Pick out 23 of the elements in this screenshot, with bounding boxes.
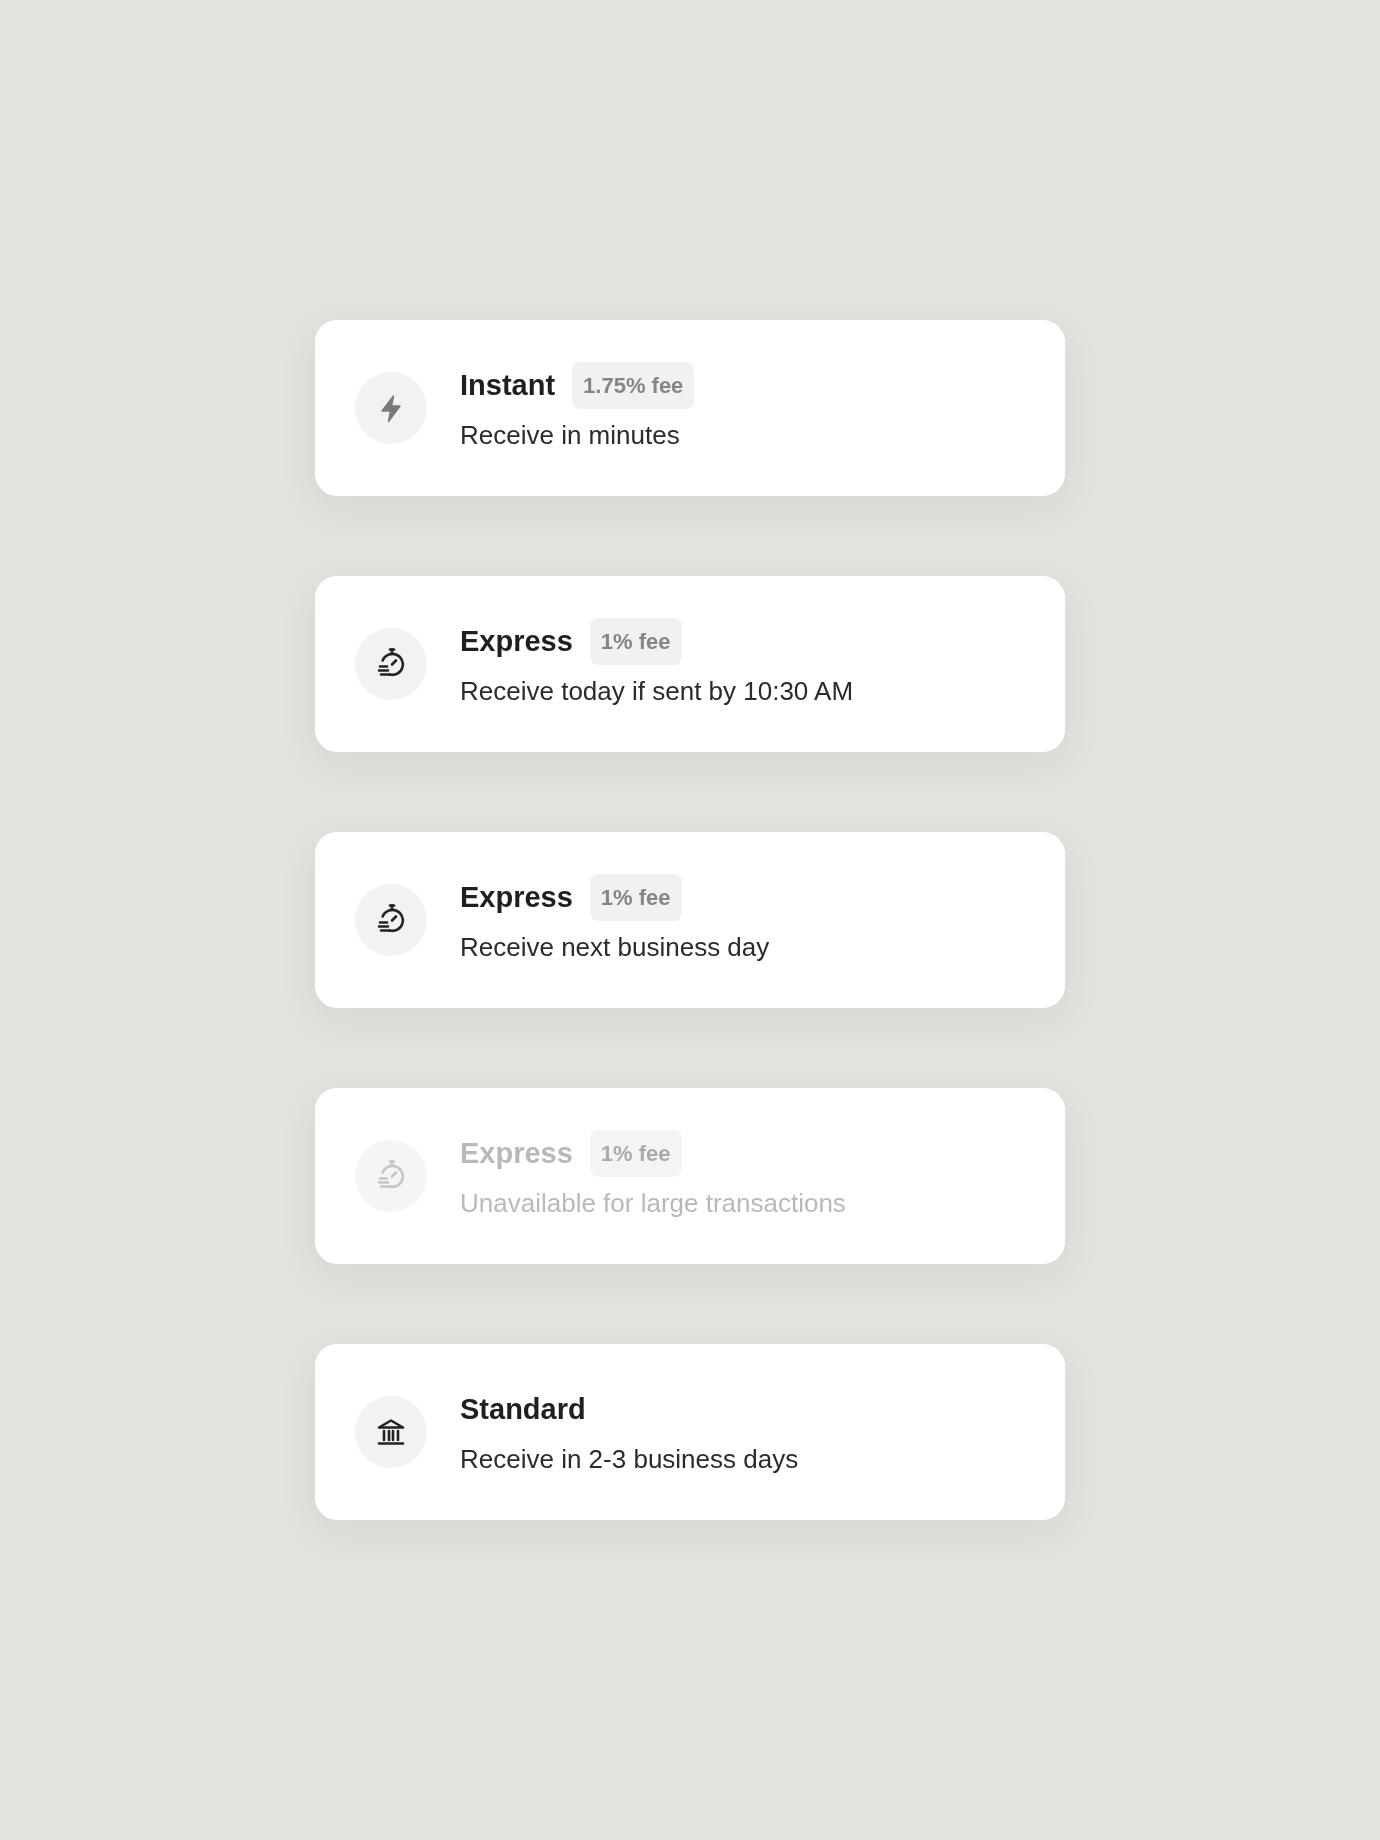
lightning-icon <box>355 372 427 444</box>
option-description: Unavailable for large transactions <box>460 1186 846 1220</box>
fee-badge: 1% fee <box>589 1129 682 1177</box>
transfer-option-card[interactable]: Express 1% fee Receive next business day <box>315 832 1065 1008</box>
transfer-option-card[interactable]: Instant 1.75% fee Receive in minutes <box>315 320 1065 496</box>
fee-badge: 1% fee <box>589 873 682 921</box>
option-description: Receive today if sent by 10:30 AM <box>460 674 854 708</box>
option-description: Receive next business day <box>460 930 770 964</box>
stopwatch-icon <box>355 884 427 956</box>
option-title: Standard <box>460 1392 586 1427</box>
option-title: Express <box>460 624 573 659</box>
stopwatch-icon <box>355 1140 427 1212</box>
stopwatch-icon <box>355 628 427 700</box>
option-title: Express <box>460 1136 573 1171</box>
option-description: Receive in 2-3 business days <box>460 1442 799 1476</box>
fee-badge: 1.75% fee <box>572 361 695 409</box>
fee-badge: 1% fee <box>589 617 682 665</box>
bank-icon <box>355 1396 427 1468</box>
option-title: Instant <box>460 368 556 403</box>
option-description: Receive in minutes <box>460 418 681 452</box>
transfer-option-card[interactable]: Express 1% fee Receive today if sent by 10:30 AM <box>315 576 1065 752</box>
transfer-option-card[interactable]: Standard Receive in 2-3 business days <box>315 1344 1065 1520</box>
option-title: Express <box>460 880 573 915</box>
